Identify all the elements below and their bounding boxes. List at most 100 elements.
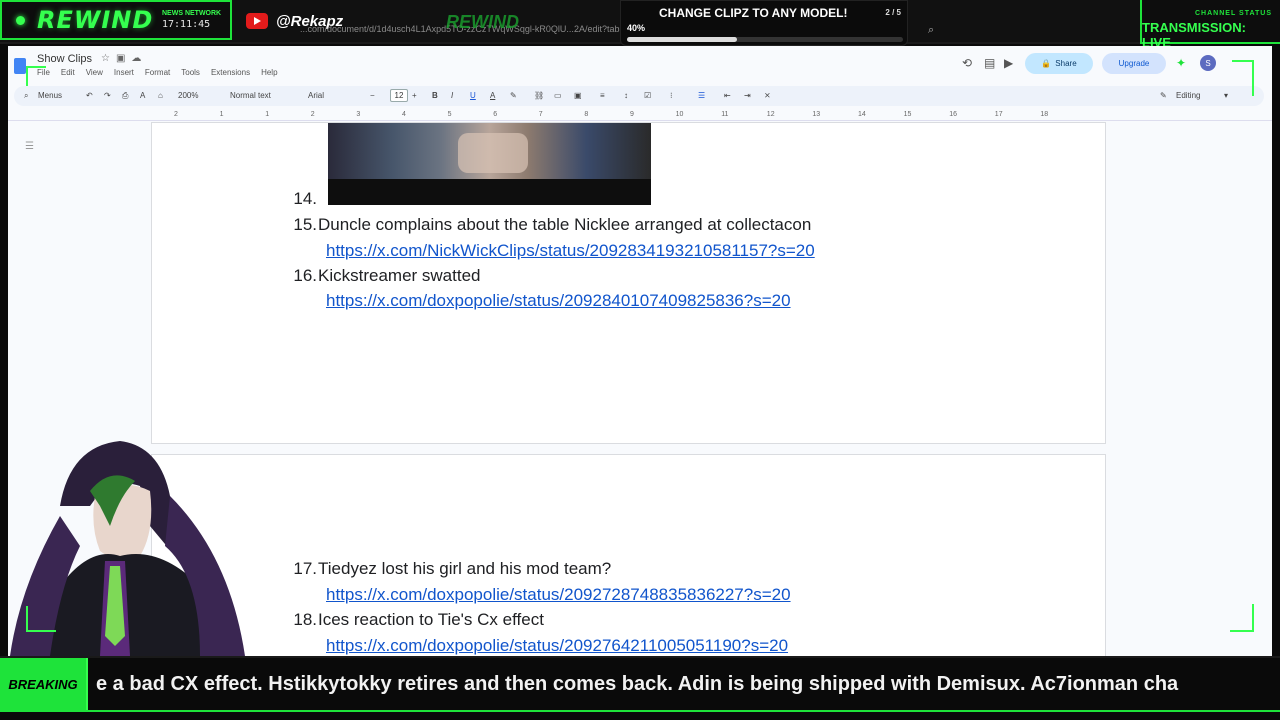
youtube-handle-box: @Rekapz xyxy=(236,2,364,40)
menu-view[interactable]: View xyxy=(86,68,103,77)
docs-logo-icon[interactable] xyxy=(14,58,26,74)
ruler[interactable]: 2 1 1 2 3 4 5 6 7 8 9 10 11 12 13 14 15 16 17 18 xyxy=(8,109,1272,121)
paint-format-icon[interactable]: ⌂ xyxy=(158,91,163,100)
bold-icon[interactable]: B xyxy=(432,91,438,100)
ruler-tick-label: 2 xyxy=(310,111,315,118)
increase-indent-icon[interactable]: ⇥ xyxy=(744,91,751,100)
numbered-list-icon[interactable]: ☰ xyxy=(698,91,705,100)
promo-title: CHANGE CLIPZ TO ANY MODEL! xyxy=(659,6,848,20)
list-text: Tiedyez lost his girl and his mod team? xyxy=(318,559,612,578)
upgrade-button[interactable]: Upgrade xyxy=(1102,53,1166,74)
share-button[interactable]: 🔒 Share xyxy=(1025,53,1093,74)
image-icon[interactable]: ▣ xyxy=(574,91,582,100)
promo-percent: 40% xyxy=(627,23,646,33)
gemini-icon[interactable]: ✦ xyxy=(1176,56,1186,70)
header-actions: ⟲ ▤ ▶ 🔒 Share Upgrade ✦ S xyxy=(962,52,1272,74)
ruler-tick-label: 14 xyxy=(858,111,866,118)
list-item[interactable]: 17.Tiedyez lost his girl and his mod tea… xyxy=(289,559,611,579)
cloud-status-icon[interactable]: ☁ xyxy=(131,53,147,64)
spellcheck-icon[interactable]: A xyxy=(140,91,145,100)
bulleted-list-icon[interactable]: ⁝ xyxy=(670,91,673,100)
share-label: Share xyxy=(1055,59,1077,68)
breaking-label: BREAKING xyxy=(0,658,88,710)
star-icon[interactable]: ☆ xyxy=(101,53,116,64)
print-icon[interactable]: ⎙ xyxy=(122,91,128,101)
ruler-tick-label: 1 xyxy=(265,111,270,118)
stream-top-bar: REWIND NEWS NETWORK 17:11:45 @Rekapz ...… xyxy=(0,0,1280,50)
clip-link[interactable]: https://x.com/doxpopolie/status/20927642… xyxy=(326,636,788,656)
list-item[interactable]: 14. xyxy=(289,189,318,209)
redo-icon[interactable]: ↷ xyxy=(104,91,111,100)
document-page-1[interactable]: 14. 15.Duncle complains about the table … xyxy=(151,122,1106,444)
account-avatar[interactable]: S xyxy=(1200,55,1216,71)
document-title[interactable]: Show Clips xyxy=(37,53,92,65)
frame-corner xyxy=(26,606,56,632)
comments-icon[interactable]: ▤ xyxy=(984,56,995,70)
decrease-font-icon[interactable]: − xyxy=(370,91,375,100)
ruler-tick-label: 6 xyxy=(493,111,498,118)
clear-formatting-icon[interactable]: ⨯ xyxy=(764,91,771,100)
clip-link[interactable]: https://x.com/doxpopolie/status/20927287… xyxy=(326,585,791,605)
meet-icon[interactable]: ▶ xyxy=(1004,56,1013,70)
embedded-image[interactable] xyxy=(328,123,651,205)
zoom-select[interactable]: 200% xyxy=(178,91,198,100)
editing-mode[interactable]: Editing xyxy=(1176,91,1200,100)
ruler-tick-label: 4 xyxy=(402,111,406,118)
decrease-indent-icon[interactable]: ⇤ xyxy=(724,91,731,100)
menu-help[interactable]: Help xyxy=(261,68,277,77)
list-item[interactable]: 18.Ices reaction to Tie's Cx effect xyxy=(289,610,544,630)
clip-link[interactable]: https://x.com/NickWickClips/status/20928… xyxy=(326,241,815,261)
menu-edit[interactable]: Edit xyxy=(61,68,75,77)
title-actions: ☆▣☁ xyxy=(101,53,147,64)
ticker-text: e a bad CX effect. Hstikkytokky retires … xyxy=(96,673,1179,695)
list-number: 17. xyxy=(293,559,317,578)
news-network-clock: NEWS NETWORK 17:11:45 xyxy=(162,10,230,30)
edit-pencil-icon: ✎ xyxy=(1160,91,1167,100)
link-icon[interactable]: ⛓ xyxy=(534,91,544,100)
align-icon[interactable]: ≡ xyxy=(600,91,605,100)
ruler-tick-label: 10 xyxy=(675,111,684,118)
menu-extensions[interactable]: Extensions xyxy=(211,68,250,77)
ruler-tick-label: 8 xyxy=(584,111,589,118)
history-icon[interactable]: ⟲ xyxy=(962,56,972,70)
font-size-input[interactable]: 12 xyxy=(390,89,408,102)
style-select[interactable]: Normal text xyxy=(230,91,271,100)
rewind-logo: REWIND xyxy=(37,6,154,34)
italic-icon[interactable]: I xyxy=(451,91,453,100)
search-menus-icon[interactable]: ⌕ xyxy=(24,91,28,101)
comment-icon[interactable]: ▭ xyxy=(554,91,562,100)
ruler-tick-label: 2 xyxy=(174,111,178,118)
undo-icon[interactable]: ↶ xyxy=(86,91,93,100)
menus-search[interactable]: Menus xyxy=(38,91,62,100)
menu-insert[interactable]: Insert xyxy=(114,68,134,77)
underline-icon[interactable]: U xyxy=(470,91,476,100)
line-spacing-icon[interactable]: ↕ xyxy=(624,91,628,100)
list-number: 14. xyxy=(293,189,317,208)
ruler-tick-label: 16 xyxy=(949,111,957,118)
move-folder-icon[interactable]: ▣ xyxy=(116,53,131,64)
network-label: NEWS NETWORK xyxy=(162,10,222,17)
breaking-ticker: BREAKING e a bad CX effect. Hstikkytokky… xyxy=(0,656,1280,720)
document-page-2[interactable]: 17.Tiedyez lost his girl and his mod tea… xyxy=(151,454,1106,656)
list-number: 16. xyxy=(293,266,317,285)
menu-format[interactable]: Format xyxy=(145,68,170,77)
chevron-down-icon[interactable]: ▾ xyxy=(1224,91,1228,100)
ruler-tick-label: 7 xyxy=(538,111,543,118)
list-item[interactable]: 15.Duncle complains about the table Nick… xyxy=(289,215,811,235)
menu-tools[interactable]: Tools xyxy=(181,68,200,77)
outline-icon[interactable]: ☰ xyxy=(25,141,34,152)
list-text: Ices reaction to Tie's Cx effect xyxy=(318,610,544,629)
checklist-icon[interactable]: ☑ xyxy=(644,91,651,100)
font-select[interactable]: Arial xyxy=(308,91,324,100)
search-icon[interactable]: ⌕ xyxy=(928,24,934,36)
highlight-icon[interactable]: ✎ xyxy=(510,91,517,100)
list-number: 18. xyxy=(293,610,317,629)
ruler-tick-label: 15 xyxy=(903,111,912,118)
list-item[interactable]: 16.Kickstreamer swatted xyxy=(289,266,480,286)
frame-corner xyxy=(1232,60,1254,96)
clip-link[interactable]: https://x.com/doxpopolie/status/20928401… xyxy=(326,291,791,311)
text-color-icon[interactable]: A xyxy=(490,91,495,100)
increase-font-icon[interactable]: + xyxy=(412,91,417,100)
youtube-icon xyxy=(246,13,268,29)
frame-corner xyxy=(1230,604,1254,632)
